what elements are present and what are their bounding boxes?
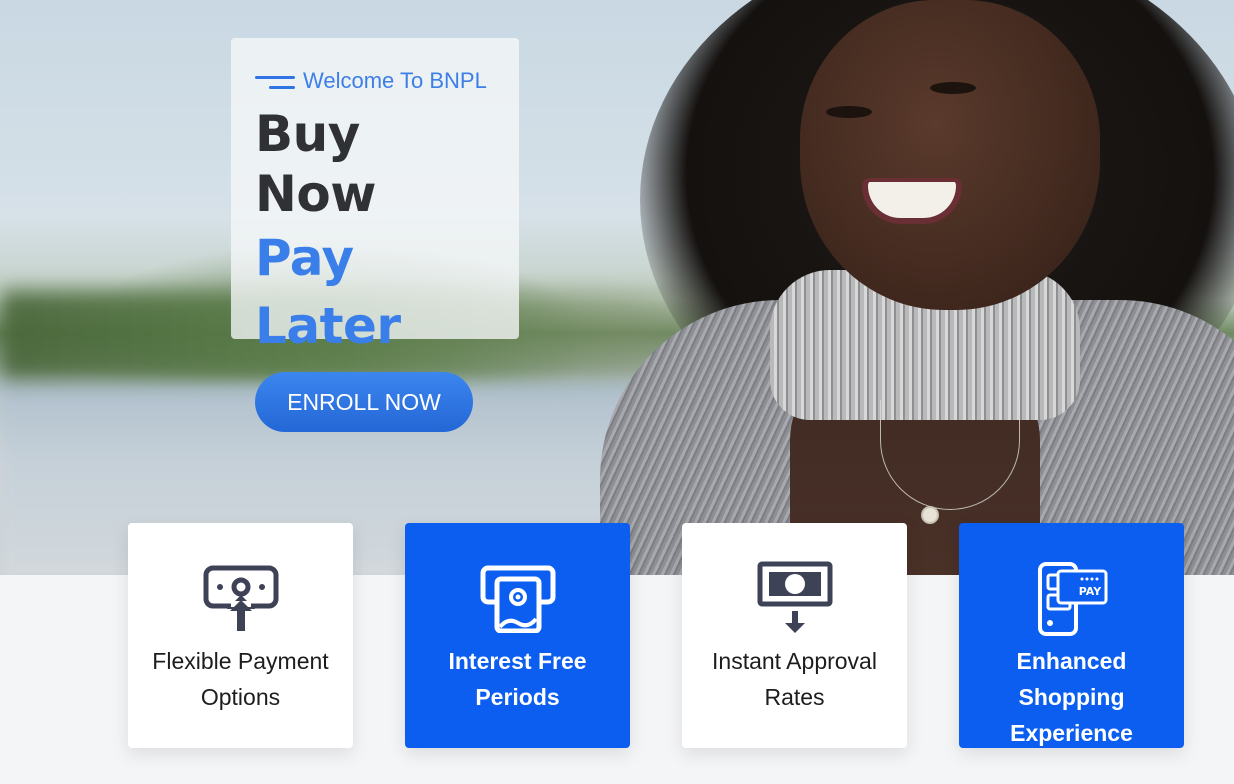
welcome-card: Welcome To BNPL Buy Now Pay Later ENROLL… [231,38,519,432]
welcome-text: Welcome To BNPL [303,68,487,93]
feature-card-enhanced-shopping[interactable]: PAY Enhanced Shopping Experience [959,523,1184,748]
hero-pendant [921,506,939,524]
hero-person-eye-right [930,82,976,94]
mobile-pay-icon: PAY [1032,562,1112,636]
feature-label: Enhanced Shopping Experience [1010,648,1133,746]
welcome-row: Welcome To BNPL [255,66,495,96]
feature-card-flexible-payment[interactable]: Flexible Payment Options [128,523,353,748]
enroll-now-button[interactable]: ENROLL NOW [255,372,473,432]
money-down-icon [755,561,835,635]
feature-label: Flexible Payment Options [152,648,329,710]
hero-person-eye-left [826,106,872,118]
hero-person-face [800,0,1100,310]
payment-upload-icon [201,563,281,635]
hero-title-pay-later: Pay Later [255,229,401,355]
feature-label: Instant Approval Rates [712,648,877,710]
feature-card-instant-approval[interactable]: Instant Approval Rates [682,523,907,748]
feature-label: Interest Free Periods [448,648,587,710]
hero-banner: Welcome To BNPL Buy Now Pay Later ENROLL… [0,0,1234,575]
cash-withdraw-icon [478,563,558,635]
welcome-lines-icon [255,71,297,91]
svg-text:PAY: PAY [1078,585,1102,598]
hero-title-buy-now: Buy Now [255,105,376,223]
feature-card-interest-free[interactable]: Interest Free Periods [405,523,630,748]
